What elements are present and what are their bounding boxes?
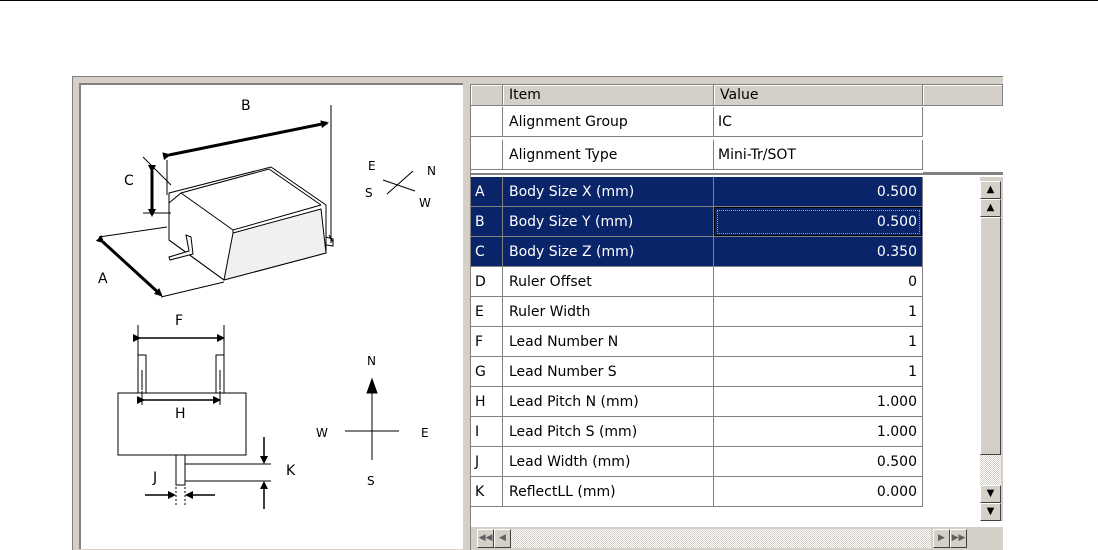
row-item: Lead Pitch S (mm) [503,417,714,447]
scroll-to-first-icon[interactable]: ◀◀ [477,529,494,548]
package-diagram-panel: B C A E N S W F H K J N S E W [79,83,463,549]
compass-large-n: N [367,354,376,368]
row-item: ReflectLL (mm) [503,477,714,507]
row-item: Ruler Width [503,297,714,327]
row-key: G [471,357,503,387]
dim-label-a: A [98,271,108,287]
row-value[interactable]: 0 [714,267,923,297]
compass-large-e: E [421,426,429,440]
row-key: K [471,477,503,507]
row-value[interactable]: 0.500 [714,207,923,237]
horizontal-scrollbar[interactable]: ◀◀ ◀ ▶ ▶▶ [471,527,1003,550]
row-key: D [471,267,503,297]
row-value[interactable]: 1 [714,297,923,327]
table-row[interactable]: A Body Size X (mm) 0.500 [471,177,923,207]
scroll-up-icon[interactable]: ▲ [980,199,1001,217]
table-row[interactable]: G Lead Number S1 [471,357,923,387]
table-row[interactable]: C Body Size Z (mm) 0.350 [471,237,923,267]
compass-small-e: E [368,159,376,173]
table-row[interactable]: H Lead Pitch N (mm) 1.000 [471,387,923,417]
package-3d-body [168,166,334,281]
scroll-to-top-icon[interactable]: ▲ [980,181,1001,199]
row-key [471,140,503,170]
header-value[interactable]: Value [714,85,923,106]
row-value[interactable]: 1.000 [714,387,923,417]
horizontal-scroll-track[interactable] [511,529,931,548]
dim-label-j: J [152,470,157,486]
row-item: Body Size X (mm) [503,177,714,207]
row-item: Alignment Group [503,107,714,137]
row-item: Alignment Type [503,140,714,170]
row-item: Lead Pitch N (mm) [503,387,714,417]
dim-label-c: C [124,173,134,189]
grid-header: Item Value [471,85,1003,107]
table-row[interactable]: J Lead Width (mm) 0.500 [471,447,923,477]
row-value[interactable]: 0.000 [714,477,923,507]
row-value[interactable]: 1.000 [714,417,923,447]
fixed-row-alignment-group[interactable]: Alignment Group IC [471,107,923,137]
fixed-rows-filler [923,107,1003,173]
compass-large-icon [345,377,399,460]
table-row[interactable]: F Lead Number N1 [471,327,923,357]
row-item: Body Size Z (mm) [503,237,714,267]
vertical-scroll-track[interactable] [980,455,1001,485]
compass-small-s: S [365,186,373,200]
row-item: Lead Number N [503,327,714,357]
fixed-rows-separator [471,173,1003,175]
compass-large-s: S [367,474,375,488]
row-key: A [471,177,503,207]
header-item[interactable]: Item [503,85,714,106]
row-item: Ruler Offset [503,267,714,297]
row-key [471,107,503,137]
package-diagram: B C A E N S W F H K J N S E W [95,98,436,509]
dim-label-h: H [175,406,186,422]
dim-label-f: F [175,313,183,329]
row-key: J [471,447,503,477]
row-value[interactable]: 1 [714,327,923,357]
top-divider [0,0,1098,1]
header-filler [923,85,1003,106]
table-row[interactable]: B Body Size Y (mm) 0.500 [471,207,923,237]
vertical-scroll-thumb[interactable] [980,217,1001,455]
scroll-to-last-icon[interactable]: ▶▶ [950,529,967,548]
scroll-to-bottom-icon[interactable]: ▼ [980,503,1001,521]
row-item: Body Size Y (mm) [503,207,714,237]
table-row[interactable]: D Ruler Offset 0 [471,267,923,297]
table-row[interactable]: K ReflectLL (mm) 0.000 [471,477,923,507]
compass-large-w: W [316,426,328,440]
fixed-row-alignment-type[interactable]: Alignment Type Mini-Tr/SOT [471,140,923,170]
scroll-right-icon[interactable]: ▶ [933,529,950,548]
row-key: I [471,417,503,447]
table-row[interactable]: I Lead Pitch S (mm) 1.000 [471,417,923,447]
compass-small-icon [382,170,416,195]
dim-label-k: K [286,463,296,479]
dim-label-b: B [241,98,251,114]
compass-small-n: N [427,164,436,178]
row-key: F [471,327,503,357]
row-key: H [471,387,503,417]
vertical-scrollbar[interactable]: ▲ ▲ ▼ ▼ [980,177,1003,521]
row-item: Lead Width (mm) [503,447,714,477]
row-value[interactable]: 0.500 [714,447,923,477]
scroll-down-icon[interactable]: ▼ [980,485,1001,503]
row-value[interactable]: IC [714,107,923,137]
property-grid: Item Value Alignment Group IC Alignment … [470,84,1003,550]
row-key: B [471,207,503,237]
header-corner [471,85,503,106]
table-row[interactable]: E Ruler Width 1 [471,297,923,327]
compass-small-w: W [419,196,431,210]
row-value[interactable]: 0.500 [714,177,923,207]
row-item: Lead Number S [503,357,714,387]
row-value[interactable]: Mini-Tr/SOT [714,140,923,170]
row-key: C [471,237,503,267]
scroll-left-icon[interactable]: ◀ [494,529,511,548]
row-value[interactable]: 0.350 [714,237,923,267]
row-key: E [471,297,503,327]
row-value[interactable]: 1 [714,357,923,387]
